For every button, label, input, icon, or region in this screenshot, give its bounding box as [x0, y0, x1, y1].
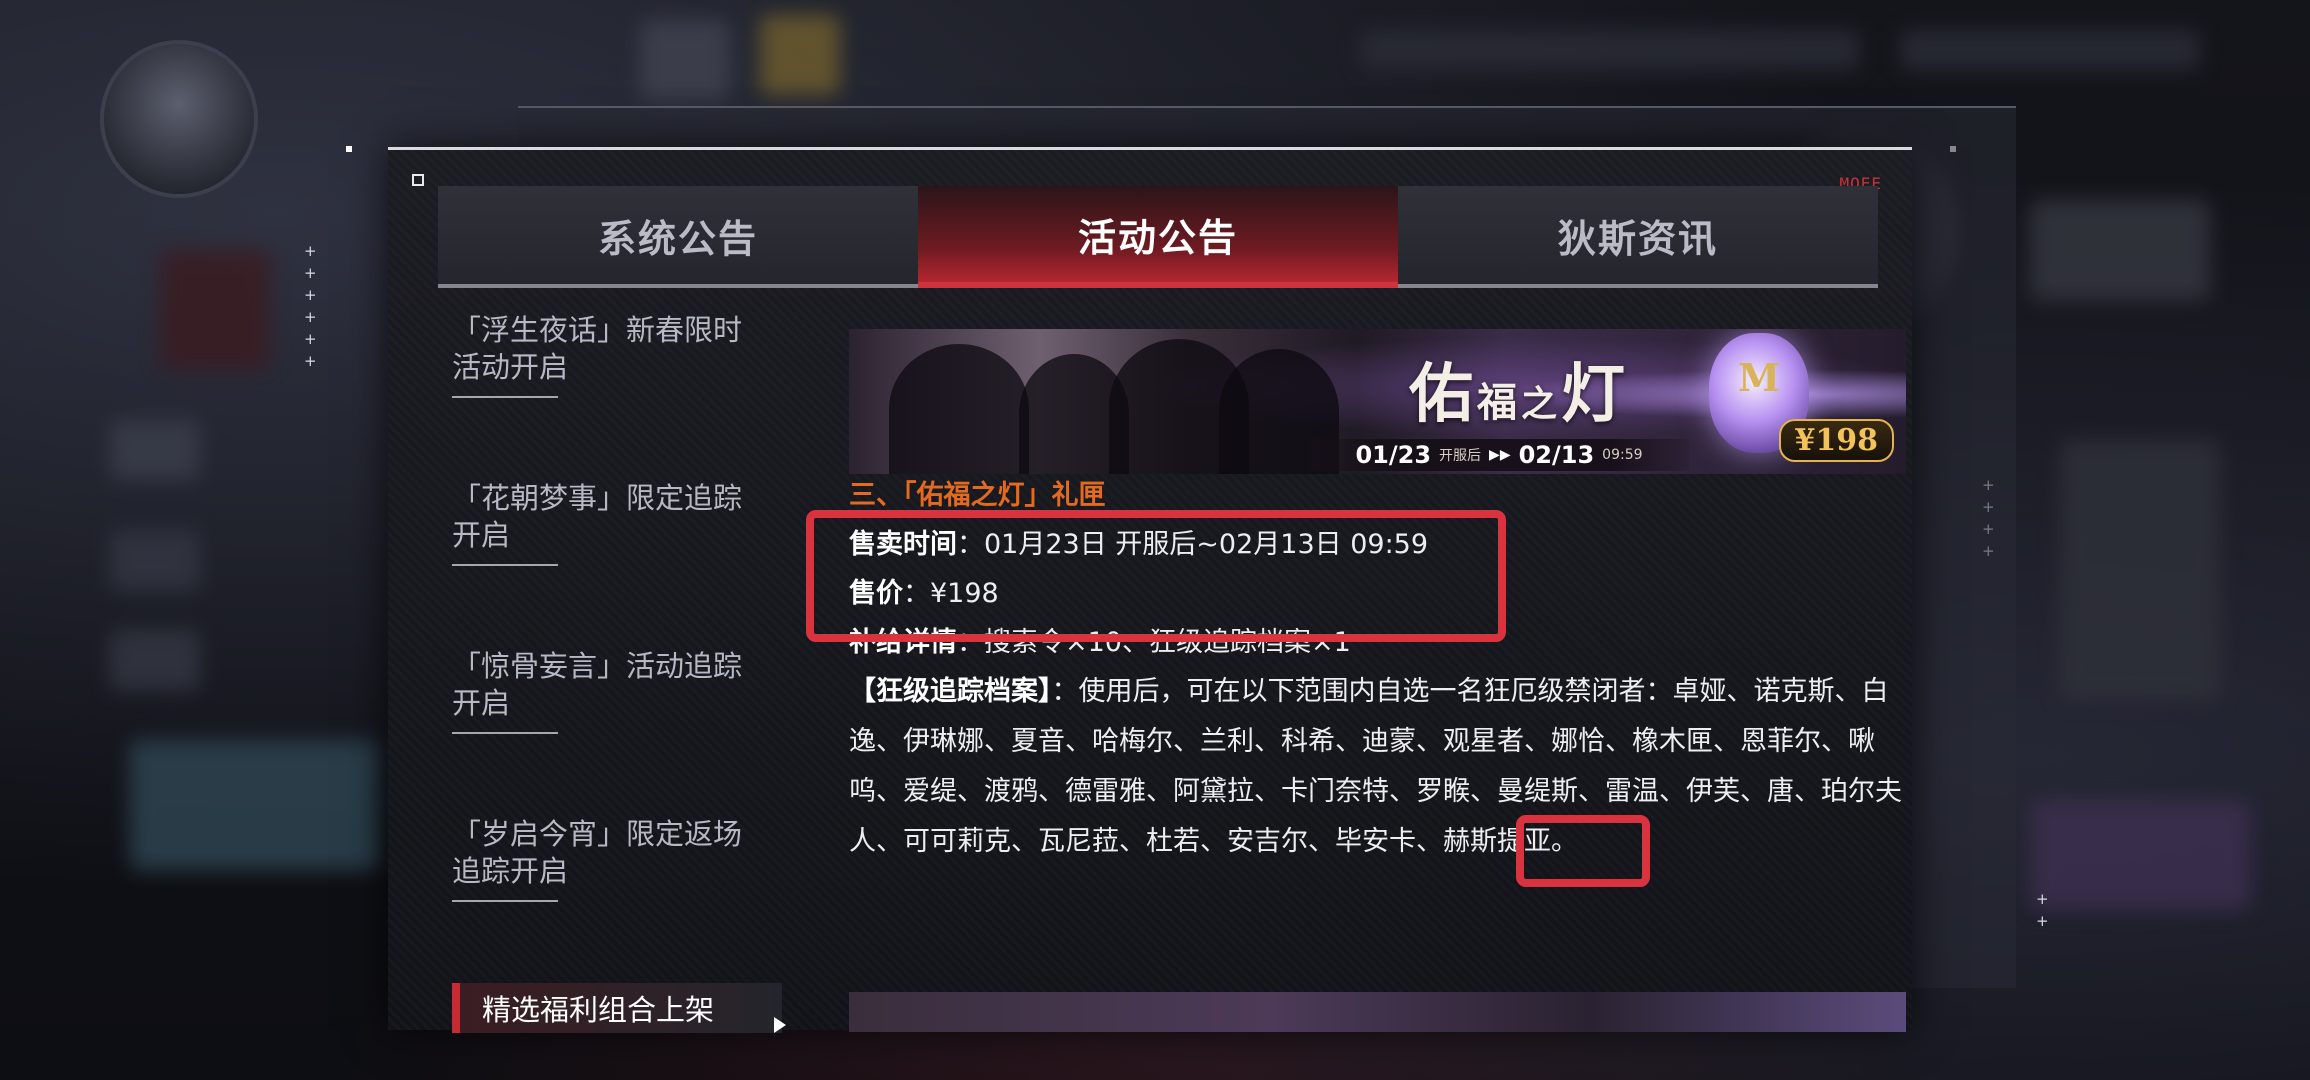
player-avatar	[100, 40, 258, 198]
panel-corner-icon	[412, 174, 424, 186]
banner-title: 佑福之灯	[1409, 343, 1629, 435]
bg-menu-item	[110, 530, 200, 590]
tab-bar: 系统公告 活动公告 狄斯资讯	[438, 186, 1878, 288]
announcement-panel: MOEE 系统公告 活动公告 狄斯资讯 「浮生夜话」新春限时活动开启 「花朝梦事…	[388, 147, 1912, 1033]
list-item[interactable]: 「岁启今宵」限定返场追踪开启	[452, 816, 772, 984]
banner-figure	[889, 344, 1029, 474]
bg-menu-item	[110, 630, 200, 690]
tab-system-announcement[interactable]: 系统公告	[438, 186, 918, 284]
bg-top-bar	[1360, 30, 1860, 70]
list-item-label: 「花朝梦事」限定追踪开启	[452, 481, 743, 552]
highlight-box-character	[1516, 815, 1650, 887]
next-banner-preview	[849, 992, 1906, 1032]
list-item-label: 「惊骨妄言」活动追踪开启	[452, 649, 743, 720]
list-item-label: 「浮生夜话」新春限时活动开启	[452, 313, 743, 384]
list-item-selected[interactable]: 精选福利组合上架	[452, 983, 786, 1033]
list-item[interactable]: 「惊骨妄言」活动追踪开启	[452, 648, 772, 816]
banner-price-badge: ¥198	[1778, 419, 1894, 462]
list-item[interactable]: 「花朝梦事」限定追踪开启	[452, 480, 772, 648]
banner-date-start: 01/23	[1355, 441, 1432, 469]
banner-title-char: 灯	[1561, 357, 1630, 432]
announcement-list: 「浮生夜话」新春限时活动开启 「花朝梦事」限定追踪开启 「惊骨妄言」活动追踪开启…	[452, 312, 772, 984]
list-item-divider	[452, 900, 558, 902]
banner-date-start-note: 开服后	[1439, 448, 1482, 464]
bg-right-panel	[2060, 440, 2220, 700]
banner-date-end: 02/13	[1518, 441, 1595, 469]
corner-marker	[346, 146, 352, 152]
tracking-file-paragraph: 【狂级追踪档案】：使用后，可在以下范围内自选一名狂厄级禁闭者：卓娅、诺克斯、白逸…	[849, 667, 1906, 867]
banner-date-range: 01/23 开服后 ▶▶ 02/13 09:59	[1309, 439, 1689, 471]
list-item-label: 「岁启今宵」限定返场追踪开启	[452, 817, 743, 888]
banner-title-char: 福	[1477, 379, 1521, 426]
bg-right-panel	[2030, 200, 2210, 300]
list-item-divider	[452, 396, 558, 398]
tracking-file-key: 【狂级追踪档案】	[849, 676, 1052, 707]
bg-icon-tile	[760, 15, 840, 95]
bg-emblem	[160, 250, 270, 370]
bg-top-bar	[1900, 30, 2200, 70]
list-item[interactable]: 「浮生夜话」新春限时活动开启	[452, 312, 772, 480]
event-banner: 佑福之灯 M 01/23 开服后 ▶▶ 02/13 09:59 ¥198	[849, 329, 1906, 474]
highlight-box-sale-info	[806, 510, 1506, 642]
article-heading: 三、「佑福之灯」礼匣	[849, 480, 1106, 511]
bg-card	[130, 740, 380, 870]
banner-date-end-time: 09:59	[1602, 447, 1643, 463]
lantern-letter: M	[1737, 355, 1781, 400]
arrow-icon: ▶▶	[1489, 447, 1511, 463]
list-item-label: 精选福利组合上架	[482, 993, 715, 1027]
plus-markers-left: + + + + + +	[304, 242, 317, 370]
list-item-divider	[452, 732, 558, 734]
plus-markers-right-bottom: + +	[2036, 890, 2049, 930]
tab-event-announcement[interactable]: 活动公告	[918, 186, 1398, 288]
banner-title-char: 佑	[1409, 357, 1477, 432]
tab-dis-news[interactable]: 狄斯资讯	[1398, 186, 1878, 284]
bg-menu-item	[110, 420, 200, 480]
selected-arrow-icon	[774, 1017, 786, 1033]
bg-icon-tile	[640, 20, 730, 100]
list-item-divider	[452, 564, 558, 566]
banner-title-char: 之	[1521, 383, 1562, 425]
bg-right-card	[2030, 800, 2250, 910]
